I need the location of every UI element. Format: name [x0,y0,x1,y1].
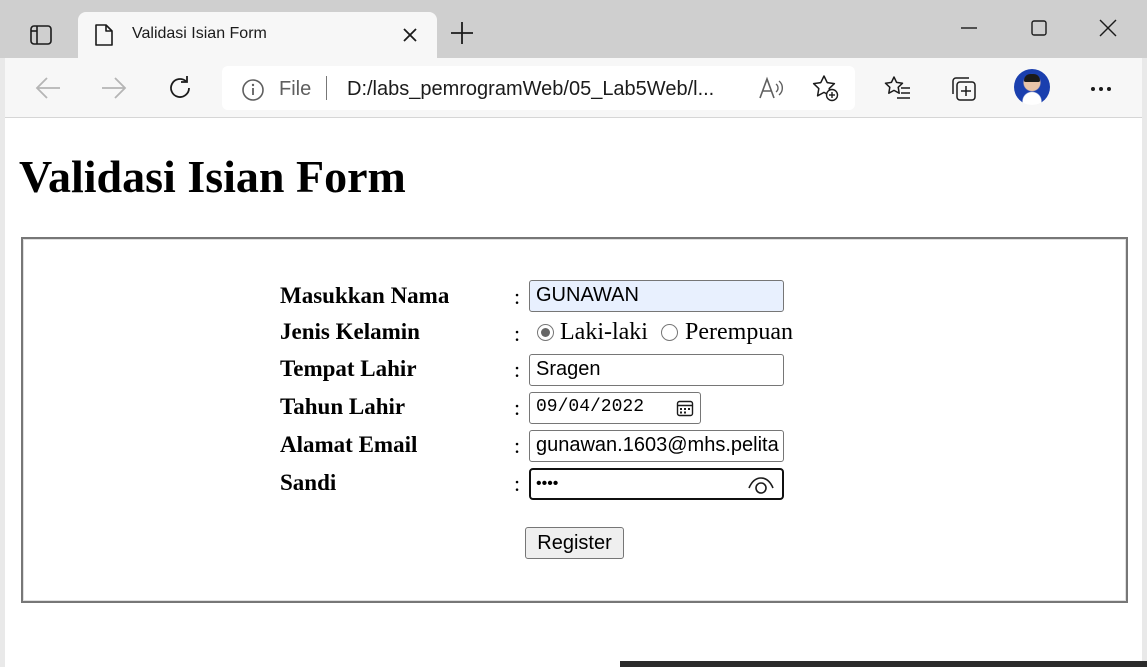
name-label: Masukkan Nama [280,283,450,308]
refresh-icon[interactable] [166,74,194,102]
browser-toolbar: File D:/labs_pemrogramWeb/05_Lab5Web/l..… [0,58,1147,118]
maximize-icon[interactable] [1030,19,1048,37]
tab-actions-icon [30,25,52,45]
profile-avatar[interactable] [1014,69,1050,105]
back-icon[interactable] [34,74,62,102]
address-bar[interactable]: File D:/labs_pemrogramWeb/05_Lab5Web/l..… [222,66,855,110]
show-password-icon[interactable] [747,474,775,496]
email-input[interactable]: gunawan.1603@mhs.pelita [529,430,784,462]
url-separator [326,76,327,100]
background-window-edge [1142,58,1147,667]
tab-actions-button[interactable] [16,14,66,56]
birthdate-value: 09/04/2022 [536,397,645,417]
calendar-icon[interactable] [676,399,694,417]
new-tab-icon[interactable] [449,20,475,46]
gender-option-female[interactable]: Perempuan [685,319,793,346]
close-window-icon[interactable] [1098,18,1118,38]
favorites-icon[interactable] [884,75,912,101]
gender-radio-female[interactable] [661,324,678,341]
tab-title: Validasi Isian Form [132,25,267,42]
minimize-icon[interactable] [960,17,978,35]
password-input[interactable]: •••• [529,468,784,500]
register-button[interactable]: Register [525,527,624,559]
colon: : [514,284,521,309]
colon: : [514,471,521,496]
birthdate-label: Tahun Lahir [280,394,406,419]
url-scheme: File [279,78,312,100]
close-tab-icon[interactable] [401,26,419,44]
name-input[interactable]: GUNAWAN [529,280,784,312]
birthplace-input[interactable]: Sragen [529,354,784,386]
read-aloud-icon[interactable] [758,76,784,100]
birthplace-label: Tempat Lahir [280,356,417,381]
more-options-icon[interactable] [1090,86,1112,92]
colon: : [514,357,521,382]
colon: : [514,433,521,458]
page-icon [95,24,113,46]
background-window-edge [0,58,5,667]
info-icon[interactable] [241,78,265,102]
url-text[interactable]: D:/labs_pemrogramWeb/05_Lab5Web/l... [347,78,714,101]
colon: : [514,321,521,346]
email-label: Alamat Email [280,432,418,457]
page-title: Validasi Isian Form [19,151,406,202]
tab-strip: Validasi Isian Form [0,0,1147,58]
gender-radio-male[interactable] [537,324,554,341]
gender-option-male[interactable]: Laki-laki [560,319,648,346]
password-dots: •••• [536,475,559,492]
forward-icon[interactable] [100,74,128,102]
gender-label: Jenis Kelamin [280,319,420,344]
collections-icon[interactable] [950,75,978,103]
add-favorite-icon[interactable] [811,74,839,102]
browser-tab[interactable]: Validasi Isian Form [78,12,437,58]
birthdate-input[interactable]: 09/04/2022 [529,392,701,424]
colon: : [514,395,521,420]
taskbar-edge [620,661,1147,667]
password-label: Sandi [280,470,337,495]
